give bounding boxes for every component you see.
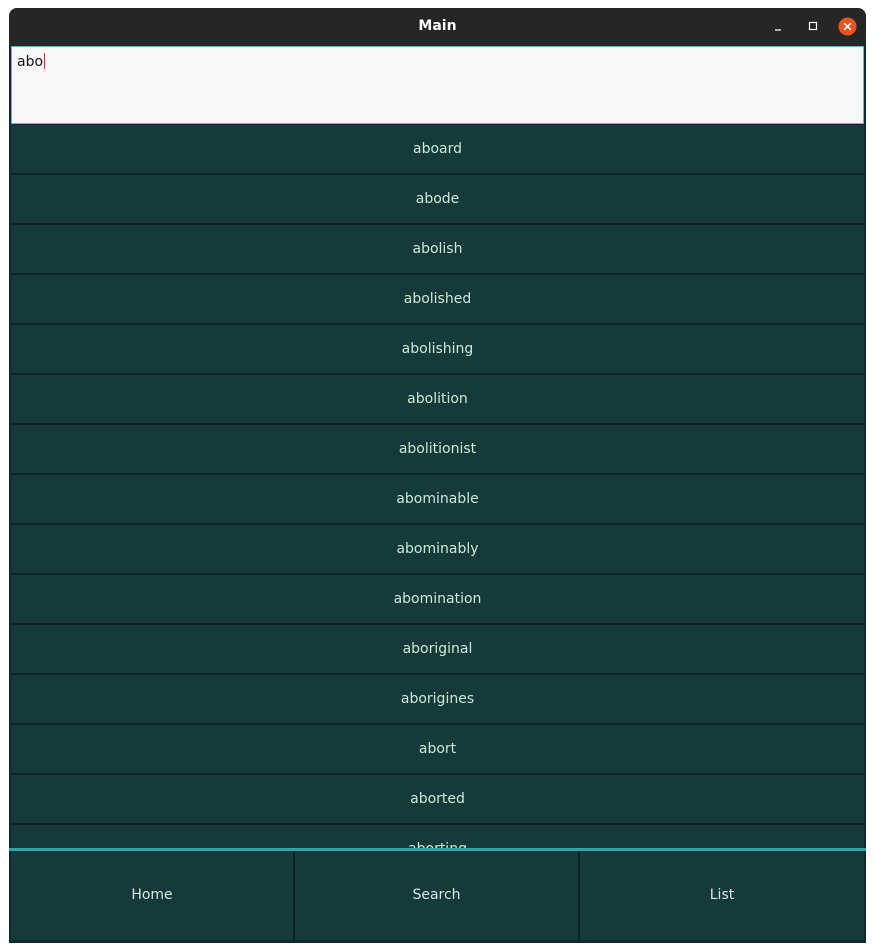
search-input[interactable]: abo — [11, 46, 864, 124]
result-item[interactable]: abolished — [11, 275, 864, 325]
minimize-icon[interactable] — [770, 17, 789, 36]
nav-home-button[interactable]: Home — [11, 851, 295, 940]
results-list[interactable]: aboard abode abolish abolished abolishing abo… — [11, 125, 864, 850]
result-item[interactable]: abode — [11, 175, 864, 225]
result-item[interactable]: aboriginal — [11, 625, 864, 675]
result-item[interactable]: aborigines — [11, 675, 864, 725]
maximize-icon[interactable] — [804, 17, 823, 36]
app-window: Main abo aboard abode abolish abolished abol… — [9, 8, 866, 943]
result-item[interactable]: aborted — [11, 775, 864, 825]
result-item[interactable]: aborting — [11, 825, 864, 850]
result-item[interactable]: abominable — [11, 475, 864, 525]
search-input-value: abo — [17, 53, 46, 70]
window-title: Main — [418, 18, 457, 34]
close-icon[interactable] — [838, 17, 857, 36]
result-item[interactable]: abort — [11, 725, 864, 775]
result-item[interactable]: aboard — [11, 125, 864, 175]
title-bar[interactable]: Main — [9, 8, 866, 45]
result-item[interactable]: abominably — [11, 525, 864, 575]
nav-search-button[interactable]: Search — [295, 851, 580, 940]
result-item[interactable]: abolish — [11, 225, 864, 275]
result-item[interactable]: abolitionist — [11, 425, 864, 475]
text-caret — [44, 53, 46, 69]
search-text: abo — [17, 54, 44, 70]
result-item[interactable]: abolition — [11, 375, 864, 425]
result-item[interactable]: abolishing — [11, 325, 864, 375]
result-item[interactable]: abomination — [11, 575, 864, 625]
nav-list-button[interactable]: List — [580, 851, 864, 940]
